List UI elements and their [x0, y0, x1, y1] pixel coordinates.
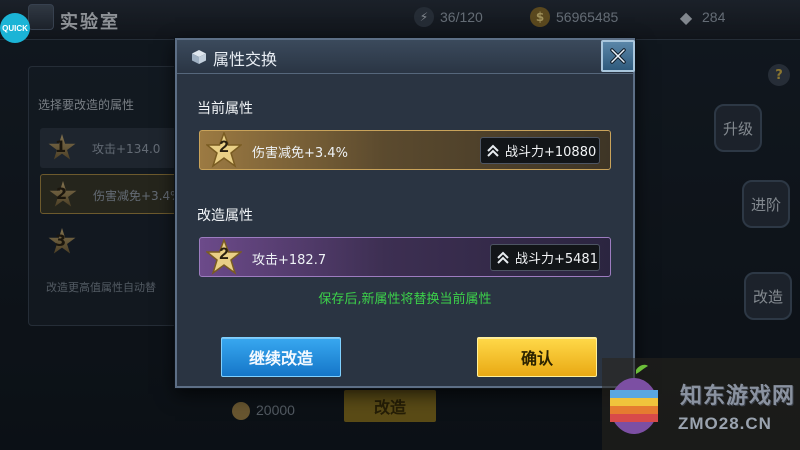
- watermark-name: 知东游戏网: [680, 384, 796, 409]
- double-chevron-up-icon: [487, 144, 499, 157]
- modified-attribute-value: 攻击+182.7: [252, 253, 327, 268]
- confirm-button[interactable]: 确认: [477, 337, 597, 377]
- modified-attribute-bar: 2 攻击+182.7 战斗力+5481: [199, 237, 611, 277]
- quick-button[interactable]: QUICK: [0, 13, 30, 43]
- combat-power-box: 战斗力+10880: [480, 137, 600, 164]
- dialog-title: 属性交换: [213, 50, 278, 69]
- watermark-url: ZMO28.CN: [678, 414, 772, 433]
- cube-icon: [192, 50, 206, 64]
- combat-power-value: 战斗力+5481: [515, 252, 598, 267]
- current-attribute-label: 当前属性: [197, 101, 253, 117]
- dialog-header: 属性交换: [177, 40, 635, 74]
- star-rank-number: 2: [219, 137, 229, 156]
- double-chevron-up-icon: [497, 251, 509, 264]
- combat-power-box: 战斗力+5481: [490, 244, 600, 271]
- replace-notice: 保存后,新属性将替换当前属性: [318, 292, 492, 307]
- combat-power-value: 战斗力+10880: [505, 145, 597, 160]
- close-icon: [610, 48, 626, 64]
- current-attribute-value: 伤害减免+3.4%: [252, 146, 348, 161]
- close-button[interactable]: [601, 40, 635, 72]
- watermark: 知东游戏网 ZMO28.CN: [602, 358, 800, 450]
- attribute-swap-dialog: 属性交换 当前属性 2 伤害减免+3.4% 战斗力+10880 改造属性 2 攻…: [175, 38, 635, 388]
- apple-logo-icon: [610, 364, 658, 434]
- continue-modify-button[interactable]: 继续改造: [221, 337, 341, 377]
- current-attribute-bar: 2 伤害减免+3.4% 战斗力+10880: [199, 130, 611, 170]
- modified-attribute-label: 改造属性: [197, 208, 253, 224]
- star-rank-number: 2: [219, 244, 229, 263]
